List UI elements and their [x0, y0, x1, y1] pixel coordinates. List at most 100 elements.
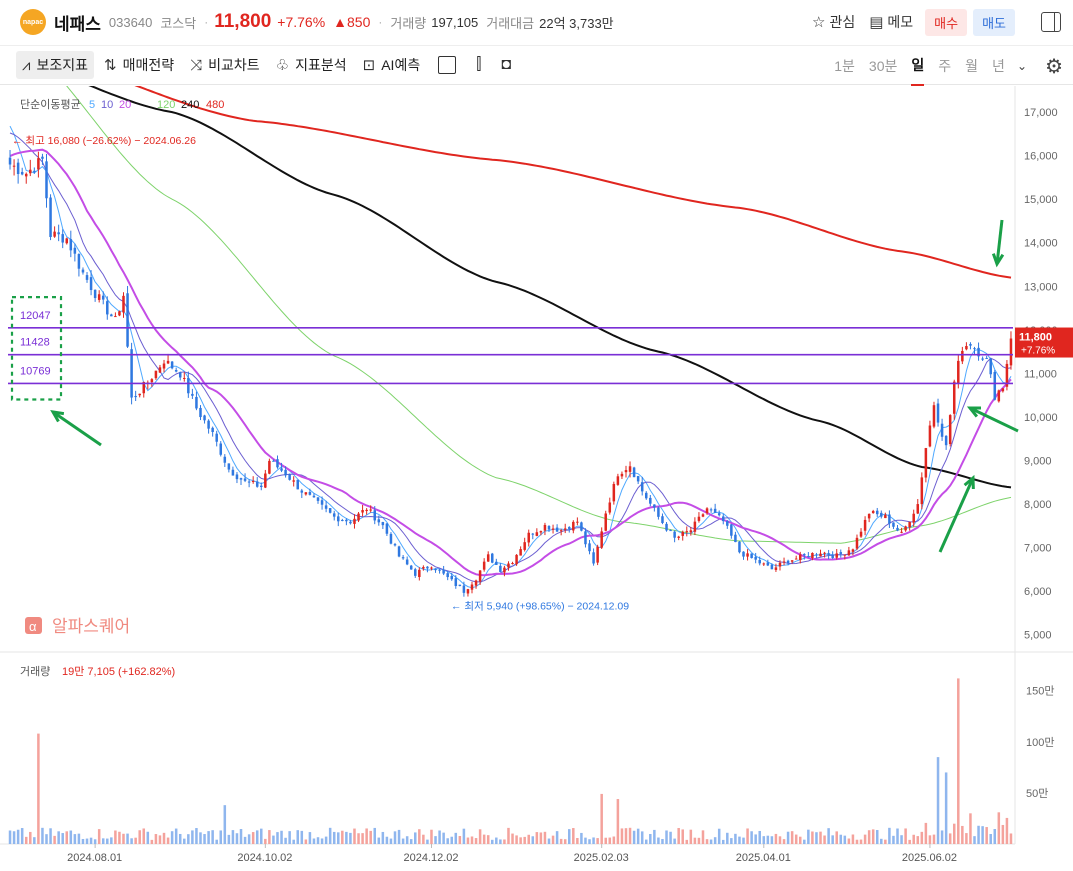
candle-body — [580, 522, 583, 531]
current-change-label: +7.76% — [1021, 346, 1055, 357]
candle-body — [45, 161, 48, 199]
candle-body — [721, 516, 725, 522]
volume-bar — [53, 835, 56, 844]
candle-body — [458, 584, 462, 586]
camera-icon[interactable]: ◘ — [501, 56, 511, 74]
period-tab-4[interactable]: 월 — [965, 46, 978, 86]
y-tick-label: 13,000 — [1024, 281, 1058, 293]
annotation-arrow — [938, 477, 975, 553]
volume-bar — [499, 839, 502, 844]
candle-body — [414, 569, 417, 576]
volume-bar — [389, 838, 393, 844]
candle-body — [726, 521, 729, 526]
candle-body — [944, 435, 948, 446]
volume-bar — [847, 838, 851, 844]
period-tab-5[interactable]: 년 — [992, 46, 1005, 86]
current-price: 11,800 — [214, 11, 272, 32]
volume-bar — [146, 831, 150, 844]
candle-body — [478, 570, 482, 582]
volume-bar — [430, 829, 433, 844]
candle-body — [16, 162, 20, 175]
volume-bar — [948, 833, 952, 844]
volume-bar — [551, 835, 555, 844]
volume-bar — [892, 835, 895, 844]
sell-button[interactable]: 매도 — [973, 8, 1015, 36]
period-tab-1[interactable]: 30분 — [869, 46, 897, 86]
watermark-text: 알파스퀘어 — [52, 617, 130, 636]
volume-bar — [466, 837, 470, 844]
candle-body — [535, 532, 539, 536]
candle-body — [381, 522, 385, 526]
period-tab-3[interactable]: 주 — [938, 46, 951, 86]
candle-body — [162, 363, 166, 369]
y-tick-label: 17,000 — [1024, 107, 1058, 119]
price-chart[interactable]: 17,00016,00015,00014,00013,00012,00011,0… — [0, 86, 1073, 871]
candle-body — [312, 495, 316, 498]
compare-icon: ⤨ — [190, 56, 203, 74]
volume-bar — [231, 830, 235, 844]
memo-button[interactable]: ▤ 메모 — [869, 12, 913, 32]
volume-bar — [790, 831, 794, 844]
volume-bar — [803, 839, 806, 844]
candle-body — [389, 533, 393, 544]
chevron-down-icon[interactable]: ⌄ — [1017, 59, 1027, 73]
candle-body — [924, 448, 928, 478]
side-panel-icon[interactable] — [1041, 12, 1061, 32]
volume-bar — [721, 839, 725, 844]
volume-bar — [316, 837, 320, 844]
volume-bar — [170, 831, 174, 844]
volume-bar — [462, 828, 466, 844]
volume-bar — [495, 837, 498, 844]
level-label: 11428 — [20, 337, 50, 349]
strategy-button[interactable]: ⇅ 매매전략 — [98, 51, 180, 79]
candle-body — [758, 559, 761, 564]
volume-bar — [401, 838, 405, 844]
candle-body — [81, 269, 85, 273]
candle-body — [8, 157, 12, 165]
volume-tick-label: 50만 — [1026, 787, 1048, 800]
volume-bar — [851, 834, 855, 844]
candle-body — [859, 531, 863, 537]
candle-body — [251, 481, 255, 483]
candle-body — [474, 580, 478, 586]
layout-square-icon[interactable] — [438, 56, 457, 74]
volume-bar — [628, 827, 632, 844]
candle-body — [247, 481, 251, 483]
volume-bar — [831, 835, 834, 844]
volume-bar — [454, 832, 458, 844]
volume-bar — [247, 834, 251, 844]
period-tab-0[interactable]: 1분 — [834, 46, 855, 86]
candle-body — [243, 478, 247, 481]
volume-bar — [916, 836, 920, 844]
candle-body — [584, 531, 587, 545]
candle-body — [875, 510, 879, 515]
volume-bar — [203, 834, 206, 844]
candle-body — [255, 481, 259, 487]
header-actions: ☆ 관심 ▤ 메모 매수 매도 — [798, 0, 1073, 44]
candle-body — [568, 527, 571, 529]
watch-button[interactable]: ☆ 관심 — [812, 12, 855, 32]
candle-body — [385, 523, 389, 534]
candle-body — [547, 526, 551, 530]
candle-body — [69, 239, 73, 251]
candle-body — [932, 405, 936, 427]
candle-body — [596, 546, 599, 563]
indicators-button[interactable]: ⩘ 보조지표 — [16, 51, 94, 79]
volume-bar — [304, 839, 308, 844]
volume-bar — [328, 827, 332, 844]
analysis-button[interactable]: ♧ 지표분석 — [270, 51, 353, 79]
candle-body — [405, 559, 409, 565]
candle-type-icon[interactable]: ⫿ — [476, 56, 481, 74]
volume-bar — [341, 830, 344, 844]
period-tab-2[interactable]: 일 — [911, 46, 925, 86]
candle-body — [531, 533, 535, 535]
volume-bar — [924, 822, 928, 844]
volume-bar — [973, 836, 976, 844]
volume-bar — [405, 836, 409, 844]
buy-button[interactable]: 매수 — [925, 8, 968, 36]
volume-bar — [29, 831, 32, 844]
ai-predict-button[interactable]: ⊡ AI예측 — [357, 51, 427, 79]
gear-icon[interactable]: ⚙ — [1045, 54, 1063, 79]
compare-button[interactable]: ⤨ 비교차트 — [184, 51, 266, 79]
candle-body — [337, 516, 340, 522]
